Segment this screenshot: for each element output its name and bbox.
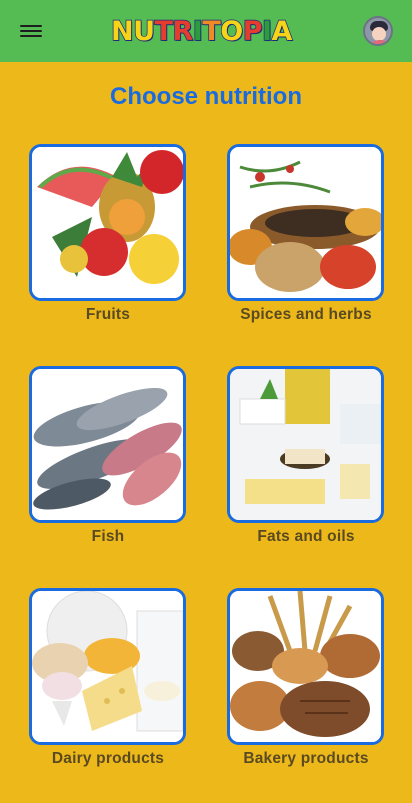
- category-label: Fish: [91, 528, 125, 545]
- category-label: Dairy products: [51, 750, 165, 767]
- category-grid: Fruits Spices and herbs Fish Fats and oi…: [0, 0, 412, 803]
- category-card-spices-and-herbs[interactable]: Spices and herbs: [227, 144, 385, 323]
- category-label: Fruits: [85, 306, 131, 323]
- category-label: Bakery products: [243, 750, 369, 767]
- fats-oils-image[interactable]: [227, 366, 384, 523]
- fruits-image[interactable]: [29, 144, 186, 301]
- category-label: Fats and oils: [257, 528, 355, 545]
- spices-image[interactable]: [227, 144, 384, 301]
- category-label: Spices and herbs: [240, 306, 372, 323]
- category-card-fish[interactable]: Fish: [29, 366, 187, 545]
- category-card-dairy-products[interactable]: Dairy products: [29, 588, 187, 767]
- category-card-fruits[interactable]: Fruits: [29, 144, 187, 323]
- dairy-image[interactable]: [29, 588, 186, 745]
- category-card-bakery-products[interactable]: Bakery products: [227, 588, 385, 767]
- fish-image[interactable]: [29, 366, 186, 523]
- category-card-fats-and-oils[interactable]: Fats and oils: [227, 366, 385, 545]
- bakery-image[interactable]: [227, 588, 384, 745]
